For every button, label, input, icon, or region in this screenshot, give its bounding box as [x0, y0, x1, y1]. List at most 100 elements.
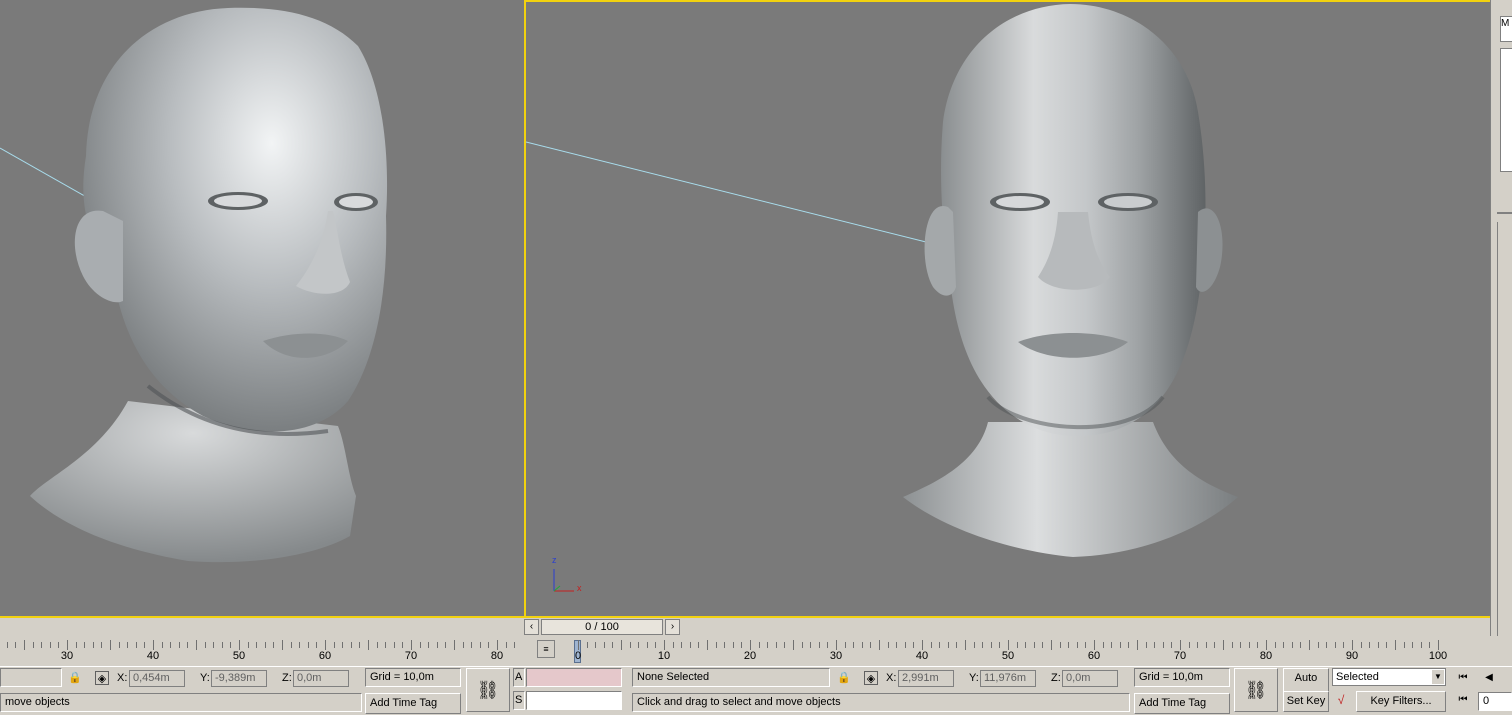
time-slider-thumb[interactable]: 0 / 100	[541, 619, 663, 635]
track-tick	[471, 642, 472, 648]
track-tick	[922, 640, 923, 650]
lock-icon[interactable]: 🔒	[68, 671, 82, 685]
maxscript-listener-field[interactable]	[526, 691, 622, 710]
track-tick	[153, 640, 154, 650]
track-tick	[463, 642, 464, 648]
track-tick	[41, 642, 42, 648]
left-z-label: Z:	[282, 672, 292, 684]
track-tick	[213, 642, 214, 648]
track-tick	[316, 642, 317, 648]
right-tick-label: 40	[915, 650, 929, 662]
track-tick	[1017, 642, 1018, 648]
set-key-large-icon[interactable]: ⛓	[1234, 668, 1278, 712]
track-tick	[1395, 640, 1396, 650]
left-grid-field: Grid = 10,0m	[365, 668, 461, 687]
left-add-time-tag-button[interactable]: Add Time Tag	[365, 693, 461, 714]
right-z-input[interactable]: 0,0m	[1062, 670, 1118, 687]
track-tick	[84, 642, 85, 648]
right-viewport-active[interactable]: z x	[524, 0, 1490, 618]
current-frame-input[interactable]: 0	[1478, 692, 1512, 711]
track-tick	[359, 642, 360, 648]
track-tick	[1404, 642, 1405, 648]
axis-z-label: z	[552, 555, 557, 565]
curve-icon[interactable]: √	[1334, 693, 1348, 707]
track-tick	[170, 642, 171, 648]
right-y-input[interactable]: 11,976m	[980, 670, 1036, 687]
track-tick	[1163, 642, 1164, 648]
right-x-input[interactable]: 2,991m	[898, 670, 954, 687]
track-tick	[402, 642, 403, 648]
track-tick	[638, 642, 639, 648]
track-tick	[179, 642, 180, 648]
track-tick	[655, 642, 656, 648]
track-tick	[802, 642, 803, 648]
track-tick	[1438, 640, 1439, 650]
track-tick	[681, 642, 682, 648]
track-tick	[1034, 642, 1035, 648]
track-tick	[222, 642, 223, 648]
track-tick	[334, 642, 335, 648]
track-tick	[1060, 642, 1061, 648]
track-tick	[1171, 642, 1172, 648]
go-to-start-icon[interactable]: ⏮	[1456, 671, 1470, 685]
track-tick	[1343, 642, 1344, 648]
selection-status-field: None Selected	[632, 668, 830, 687]
absolute-mode-icon[interactable]: ◈	[95, 671, 109, 685]
right-tick-label: 80	[1259, 650, 1273, 662]
track-tick	[1077, 642, 1078, 648]
previous-frame-icon[interactable]: ◀	[1482, 671, 1496, 685]
left-tick-label: 30	[60, 650, 74, 662]
track-tick	[411, 640, 412, 650]
right-tick-label: 60	[1087, 650, 1101, 662]
left-y-input[interactable]: -9,389m	[211, 670, 267, 687]
time-config-icon[interactable]: ⏮	[1456, 693, 1470, 707]
key-filters-button[interactable]: Key Filters...	[1356, 691, 1446, 712]
track-tick	[1223, 640, 1224, 650]
head-model-right[interactable]	[898, 2, 1244, 567]
track-tick	[1068, 642, 1069, 648]
track-tick	[810, 642, 811, 648]
track-tick	[724, 642, 725, 648]
track-tick	[716, 642, 717, 648]
track-tick	[1146, 642, 1147, 648]
key-mode-select-value: Selected	[1336, 671, 1379, 683]
track-tick	[836, 640, 837, 650]
key-mode-select[interactable]: Selected ▼	[1332, 668, 1446, 686]
track-tick	[827, 642, 828, 648]
track-tick	[698, 642, 699, 648]
track-tick	[445, 642, 446, 648]
track-tick	[1429, 642, 1430, 648]
track-tick	[480, 642, 481, 648]
set-key-button[interactable]: Set Key	[1283, 691, 1329, 712]
right-add-time-tag-button[interactable]: Add Time Tag	[1134, 693, 1230, 714]
right-y-label: Y:	[969, 672, 979, 684]
selection-lock-icon[interactable]: 🔒	[837, 671, 851, 685]
track-tick	[497, 640, 498, 650]
absolute-transform-icon[interactable]: ◈	[864, 671, 878, 685]
track-tick	[784, 642, 785, 648]
track-tick	[1257, 642, 1258, 648]
active-viewport-bottom-border	[0, 616, 1490, 618]
track-tick	[750, 640, 751, 650]
head-model-left[interactable]	[28, 6, 398, 566]
left-x-input[interactable]: 0,454m	[129, 670, 185, 687]
right-ear-left-shape	[924, 205, 956, 296]
left-tick-label: 80	[490, 650, 504, 662]
time-slider-prev-button[interactable]: ‹	[524, 619, 539, 635]
track-tick	[1042, 642, 1043, 648]
track-tick	[991, 642, 992, 648]
mini-curve-editor-toggle-icon[interactable]: ≡	[537, 640, 555, 658]
auto-key-indicator-field	[526, 668, 622, 687]
time-slider-next-button[interactable]: ›	[665, 619, 680, 635]
track-tick	[110, 640, 111, 650]
track-tick	[595, 642, 596, 648]
left-z-input[interactable]: 0,0m	[293, 670, 349, 687]
left-viewport[interactable]	[0, 0, 524, 618]
command-panel-list[interactable]	[1500, 48, 1512, 172]
track-tick	[282, 640, 283, 650]
track-tick	[127, 642, 128, 648]
track-tick	[325, 640, 326, 650]
track-tick	[394, 642, 395, 648]
left-key-icon[interactable]: ⛓	[466, 668, 510, 712]
command-panel-field[interactable]: M	[1500, 16, 1512, 42]
